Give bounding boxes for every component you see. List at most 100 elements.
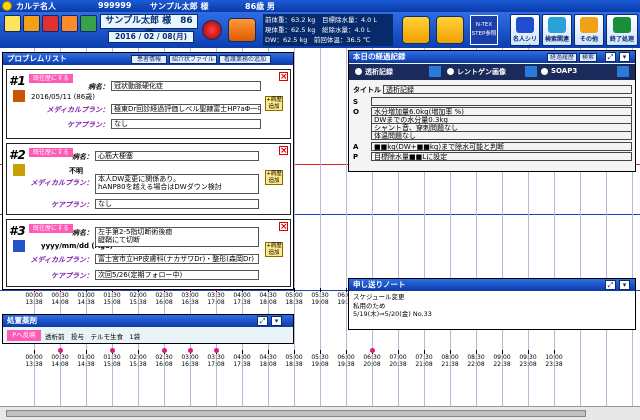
tab-patient-info[interactable]: 患者情報: [131, 55, 167, 64]
record-value[interactable]: ■■kg(DW+■■kg)まで除水可能と判断: [371, 142, 632, 151]
date-display[interactable]: 2016 / 02 / 08(月): [108, 31, 194, 43]
event-marker[interactable]: [214, 348, 219, 353]
clock-time: 17:38: [233, 361, 251, 368]
event-marker[interactable]: [162, 348, 167, 353]
event-marker[interactable]: [58, 348, 63, 353]
radio-soap[interactable]: [541, 68, 548, 75]
problem-number: #2: [9, 148, 26, 162]
time-tick: 01:00 14:38: [74, 288, 98, 306]
ntex-step-button[interactable]: N-TEX STEP参照: [470, 15, 498, 45]
radio-xray[interactable]: [447, 68, 454, 75]
record-button-icon[interactable]: [202, 20, 222, 40]
doc-icon[interactable]: [525, 66, 537, 77]
title-bar: カルテ名人 999999 サンプル太郎 様 86歳 男: [0, 0, 640, 12]
event-marker[interactable]: [188, 348, 193, 353]
clock-time: 19:08: [311, 361, 329, 368]
disease-label: 病名：: [72, 153, 93, 161]
tab-referral-file[interactable]: 紹介状ファイル: [169, 55, 217, 64]
exit-icon: [613, 17, 631, 33]
sync-icon[interactable]: [402, 16, 430, 44]
vitals-row: DW：62.5 kg 前回体温：36.5 ℃: [265, 36, 371, 44]
handover-text[interactable]: スケジュール変更 私用のため 5/19(木)⇒5/20(金) No.33: [353, 293, 629, 319]
tab-record-history[interactable]: 経過履歴: [547, 53, 577, 62]
option-soap[interactable]: SOAP3: [551, 67, 577, 75]
record-value[interactable]: 目標除水量■■Lに設定: [371, 152, 632, 161]
medical-plan-field[interactable]: 富士宮市立HP皮膚科(ナカザワDr)・整形(森岡Dr): [95, 254, 259, 264]
record-value[interactable]: 透析記録: [383, 85, 632, 94]
care-plan-field[interactable]: 次回5/26(定期フォロー中): [95, 270, 259, 280]
record-value[interactable]: [371, 97, 632, 106]
time-tick: 05:00 18:38: [282, 288, 306, 306]
event-marker[interactable]: [370, 348, 375, 353]
close-icon[interactable]: ×: [279, 146, 288, 156]
doc-icon[interactable]: [429, 66, 441, 77]
clock-time: 17:08: [207, 361, 225, 368]
clock-time: 23:38: [545, 361, 563, 368]
patient-display: サンプル太郎 様 86歳: [100, 14, 198, 39]
disease-field[interactable]: 冠状動脈硬化症: [111, 81, 261, 91]
treatment-panel: 処置薬剤 ⤢ ▾ Pへ反映 透析前 投与 テルモ生食 1袋: [2, 314, 294, 344]
close-icon[interactable]: ×: [279, 72, 288, 82]
time-tick: 00:00 13:38: [22, 350, 46, 368]
record-icon[interactable]: [42, 15, 59, 32]
other-button[interactable]: その他: [574, 14, 604, 46]
scrollbar-thumb[interactable]: [6, 410, 586, 417]
record-value[interactable]: 体温問題なし: [371, 131, 632, 140]
expand-icon[interactable]: ⤢: [605, 280, 616, 290]
make-history-button[interactable]: 既往歴にする: [29, 224, 74, 233]
doc-icon[interactable]: [617, 66, 629, 77]
time-tick: 02:00 15:38: [126, 350, 150, 368]
transfer-arrow-icon[interactable]: [228, 18, 256, 42]
time-tick: 06:00 19:38: [334, 350, 358, 368]
patient-list-icon[interactable]: [23, 15, 40, 32]
calendar-icon[interactable]: [61, 15, 78, 32]
exit-button[interactable]: 終了処理: [606, 14, 638, 46]
elapsed-time: 05:30: [311, 292, 329, 299]
radio-dialysis[interactable]: [355, 68, 362, 75]
clock-time: 23:08: [519, 361, 537, 368]
add-history-button[interactable]: +病歴追加: [265, 170, 283, 185]
option-xray[interactable]: レントゲン画像: [457, 67, 506, 77]
pin-icon[interactable]: ▾: [619, 52, 630, 62]
care-plan-field[interactable]: なし: [111, 119, 261, 129]
medical-plan-label: メディカルプラン：: [30, 256, 93, 264]
event-marker[interactable]: [110, 348, 115, 353]
expand-icon[interactable]: ⤢: [257, 316, 268, 326]
medical-plan-field[interactable]: 極東Dr回診経過評価しべル聖隷富士HP?aΦ一中: [111, 104, 261, 114]
time-tick: 04:30 18:08: [256, 350, 280, 368]
pin-icon[interactable]: ▾: [619, 280, 630, 290]
time-tick: 07:3021:08: [412, 350, 436, 368]
apply-to-p-button[interactable]: Pへ反映: [7, 330, 41, 341]
expand-icon[interactable]: ⤢: [605, 52, 616, 62]
make-history-button[interactable]: 既往歴にする: [29, 74, 74, 83]
swap-icon[interactable]: [436, 16, 464, 44]
problem-date: 2016/05/11 (86歳): [31, 93, 95, 101]
home-icon[interactable]: [4, 15, 21, 32]
time-tick: 08:0021:38: [438, 350, 462, 368]
app-logo-icon: [2, 1, 12, 11]
add-history-button[interactable]: +病歴追加: [265, 242, 283, 257]
pin-icon[interactable]: ▾: [271, 316, 282, 326]
time-tick: 07:0020:38: [386, 350, 410, 368]
problem-number: #1: [9, 74, 26, 88]
option-dialysis[interactable]: 透析記録: [365, 67, 393, 77]
tab-search[interactable]: 検索: [579, 53, 597, 62]
series-button[interactable]: 名人シリーズ: [510, 14, 540, 52]
care-plan-field[interactable]: なし: [95, 199, 259, 209]
handover-line: 5/19(木)⇒5/20(金) No.33: [353, 310, 432, 318]
horizontal-scrollbar[interactable]: [0, 406, 640, 420]
tab-add-nursing[interactable]: 看護業務の追加: [219, 55, 271, 64]
problem-item: #3 既往歴にする yyyy/mm/dd (Age) 病名： 左手第2-5指切断…: [6, 219, 291, 287]
medical-plan-field[interactable]: 本人DW変更に関係あり。 hANP80を越える場合はDWダウン検討: [95, 174, 259, 194]
make-history-button[interactable]: 既往歴にする: [29, 148, 74, 157]
disease-field[interactable]: 心筋大梗塞: [95, 151, 259, 161]
disease-field[interactable]: 左手第2-5指切断術後癒 腱鞘にて切断: [95, 227, 259, 247]
prescription-icon[interactable]: [80, 15, 97, 32]
tools-icon: [580, 17, 598, 33]
search-related-button[interactable]: 検索関連: [542, 14, 572, 46]
time-tick: 10:0023:38: [542, 350, 566, 368]
clock-time: 22:08: [467, 361, 485, 368]
add-history-button[interactable]: +病歴追加: [265, 96, 283, 111]
record-key: S: [353, 98, 359, 106]
close-icon[interactable]: ×: [279, 222, 288, 232]
